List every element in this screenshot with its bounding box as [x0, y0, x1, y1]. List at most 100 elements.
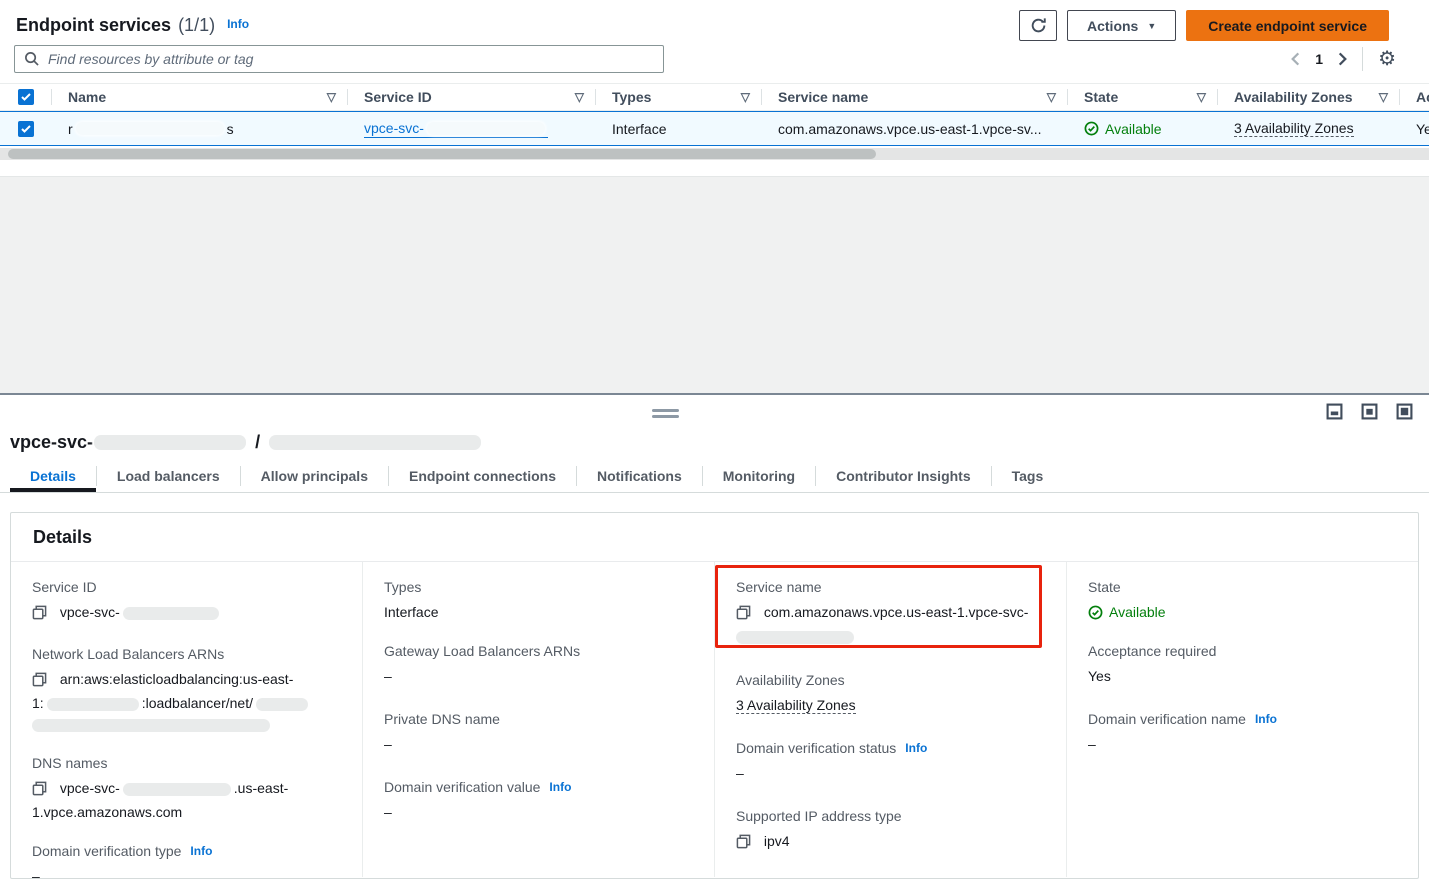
- panel-title-prefix: vpce-svc-: [10, 432, 93, 453]
- column-label: Name: [68, 89, 106, 105]
- cell-service-name: com.amazonaws.vpce.us-east-1.vpce-sv...: [762, 112, 1068, 145]
- tab-contributor-insights[interactable]: Contributor Insights: [816, 460, 991, 492]
- row-select-cell: [0, 112, 52, 145]
- column-header-types[interactable]: Types ▽: [596, 84, 762, 110]
- sort-icon[interactable]: ▽: [1197, 90, 1206, 104]
- sort-icon[interactable]: ▽: [741, 90, 750, 104]
- actions-button-label: Actions: [1087, 18, 1138, 34]
- status-check-icon: [1088, 605, 1103, 620]
- tab-notifications[interactable]: Notifications: [577, 460, 702, 492]
- info-link[interactable]: Info: [549, 780, 571, 794]
- field-label: DNS names: [32, 755, 340, 771]
- redacted-title-name: [269, 435, 481, 450]
- availability-zones-link[interactable]: 3 Availability Zones: [1234, 120, 1354, 137]
- redacted-title-id: [94, 435, 246, 450]
- field-label: Types: [384, 579, 692, 595]
- column-header-state[interactable]: State ▽: [1068, 84, 1218, 110]
- service-id-value: vpce-svc-: [60, 604, 120, 620]
- details-column-2: Types Interface Gateway Load Balancers A…: [362, 562, 714, 877]
- field-availability-zones: Availability Zones 3 Availability Zones: [736, 672, 1044, 716]
- field-domain-verification-type: Domain verification typeInfo –: [32, 843, 340, 887]
- horizontal-scrollbar[interactable]: [0, 148, 1429, 160]
- sort-icon[interactable]: ▽: [1379, 90, 1388, 104]
- details-card-heading: Details: [11, 513, 1418, 562]
- column-header-acceptance[interactable]: Acceptance required: [1400, 84, 1429, 110]
- search-icon: [24, 51, 39, 66]
- copy-icon[interactable]: [32, 783, 51, 799]
- refresh-button[interactable]: [1019, 10, 1057, 41]
- field-label: Supported IP address type: [736, 808, 1044, 824]
- panel-maximize-icon[interactable]: [1396, 403, 1413, 420]
- next-page-icon[interactable]: [1338, 52, 1347, 66]
- tab-endpoint-connections[interactable]: Endpoint connections: [389, 460, 576, 492]
- copy-icon[interactable]: [32, 674, 51, 690]
- resource-count: (1/1): [178, 15, 215, 36]
- actions-button[interactable]: Actions ▼: [1067, 10, 1176, 41]
- arn-line2: 1:: [32, 695, 44, 711]
- sort-icon[interactable]: ▽: [1047, 90, 1056, 104]
- tab-tags[interactable]: Tags: [992, 460, 1064, 492]
- column-label: Acceptance required: [1416, 89, 1429, 105]
- search-box[interactable]: [14, 45, 664, 73]
- field-value: –: [384, 802, 692, 823]
- previous-page-icon[interactable]: [1291, 52, 1300, 66]
- search-input[interactable]: [46, 50, 654, 68]
- column-header-service-name[interactable]: Service name ▽: [762, 84, 1068, 110]
- copy-icon[interactable]: [736, 836, 755, 852]
- field-value: vpce-svc-.us-east- 1.vpce.amazonaws.com: [32, 778, 340, 823]
- service-name-text: com.amazonaws.vpce.us-east-1.vpce-sv...: [778, 121, 1042, 137]
- tab-details[interactable]: Details: [10, 460, 96, 492]
- split-panel-bar: [0, 395, 1429, 429]
- column-header-availability-zones[interactable]: Availability Zones ▽: [1218, 84, 1400, 110]
- row-checkbox[interactable]: [18, 121, 34, 137]
- acceptance-text: Yes: [1416, 121, 1429, 137]
- copy-icon[interactable]: [736, 607, 755, 623]
- state-value: Available: [1109, 602, 1166, 623]
- column-header-name[interactable]: Name ▽: [52, 84, 348, 110]
- field-label: Private DNS name: [384, 711, 692, 727]
- panel-tabs: Details Load balancers Allow principals …: [0, 460, 1429, 493]
- select-all-checkbox[interactable]: [18, 89, 34, 105]
- select-all-header-cell: [0, 84, 52, 110]
- page-header: Endpoint services (1/1) Info Actions ▼ C…: [0, 0, 1429, 42]
- field-label: Acceptance required: [1088, 643, 1396, 659]
- info-link[interactable]: Info: [190, 844, 212, 858]
- sort-icon[interactable]: ▽: [575, 90, 584, 104]
- field-label: State: [1088, 579, 1396, 595]
- panel-drag-handle[interactable]: [652, 409, 679, 421]
- info-link[interactable]: Info: [227, 17, 249, 31]
- field-value: Interface: [384, 602, 692, 623]
- field-value: com.amazonaws.vpce.us-east-1.vpce-svc-: [736, 602, 1044, 647]
- info-link[interactable]: Info: [905, 741, 927, 755]
- details-column-4: State Available Acceptance required Yes: [1066, 562, 1418, 877]
- availability-zones-link[interactable]: 3 Availability Zones: [736, 697, 856, 714]
- field-nlb-arns: Network Load Balancers ARNs arn:aws:elas…: [32, 646, 340, 735]
- sort-icon[interactable]: ▽: [327, 90, 336, 104]
- field-label: Availability Zones: [736, 672, 1044, 688]
- field-value: –: [32, 866, 340, 887]
- panel-position-bottom-icon[interactable]: [1326, 403, 1343, 420]
- field-value: –: [736, 763, 1044, 784]
- arn-line1: arn:aws:elasticloadbalancing:us-east-: [60, 671, 293, 687]
- split-panel: vpce-svc- / Details Load balancers Allow…: [0, 393, 1429, 886]
- panel-position-side-icon[interactable]: [1361, 403, 1378, 420]
- settings-gear-icon[interactable]: ⚙: [1378, 49, 1396, 69]
- info-link[interactable]: Info: [1255, 712, 1277, 726]
- field-label: Network Load Balancers ARNs: [32, 646, 340, 662]
- table-row[interactable]: r s vpce-svc- Interface com.amazonaws.vp…: [0, 111, 1429, 146]
- scrollbar-thumb[interactable]: [8, 149, 876, 159]
- copy-icon[interactable]: [32, 607, 51, 623]
- redacted-value: [123, 783, 231, 796]
- redacted-value: [736, 631, 854, 644]
- field-value: arn:aws:elasticloadbalancing:us-east- 1:…: [32, 669, 340, 735]
- field-service-id: Service ID vpce-svc-: [32, 579, 340, 626]
- service-id-link[interactable]: vpce-svc-: [364, 120, 548, 138]
- column-header-service-id[interactable]: Service ID ▽: [348, 84, 596, 110]
- create-endpoint-service-button[interactable]: Create endpoint service: [1186, 10, 1389, 41]
- tab-load-balancers[interactable]: Load balancers: [97, 460, 240, 492]
- tab-allow-principals[interactable]: Allow principals: [241, 460, 388, 492]
- column-label: Service name: [778, 89, 868, 105]
- types-text: Interface: [612, 121, 666, 137]
- page-number[interactable]: 1: [1315, 51, 1323, 67]
- tab-monitoring[interactable]: Monitoring: [703, 460, 815, 492]
